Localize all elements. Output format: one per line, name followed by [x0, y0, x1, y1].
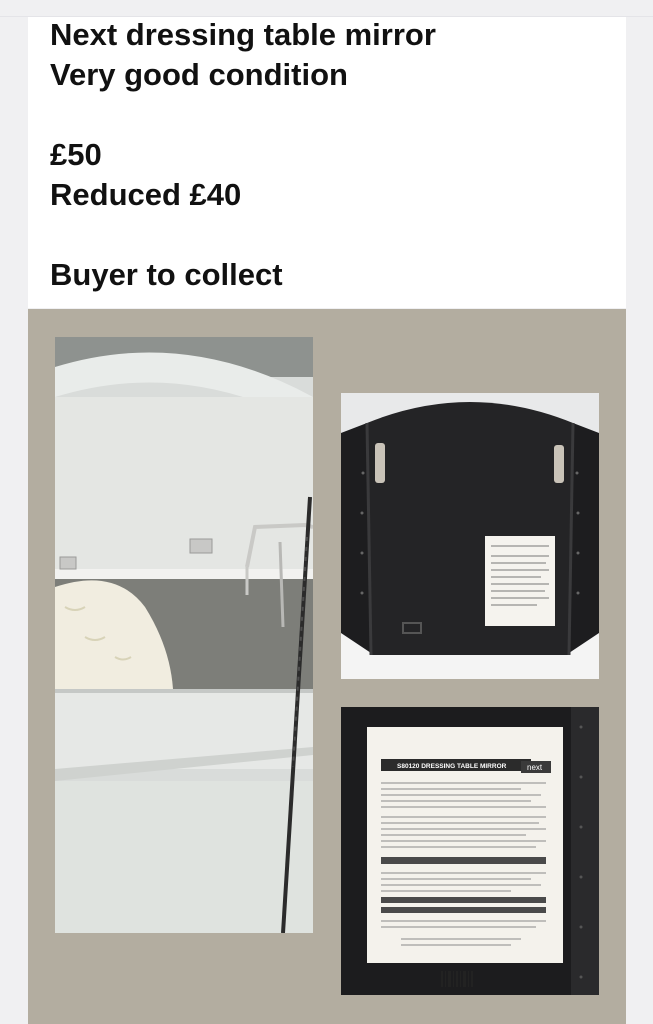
- mirror-label-photo[interactable]: S80120 DRESSING TABLE MIRROR next: [341, 707, 599, 995]
- mirror-back-photo[interactable]: [341, 393, 599, 679]
- post-original-price: £50: [50, 137, 102, 172]
- post-condition-line: Very good condition: [50, 57, 348, 92]
- mirror-label-image: S80120 DRESSING TABLE MIRROR next: [341, 707, 599, 995]
- post-collection-note: Buyer to collect: [50, 257, 283, 292]
- listing-page: Next dressing table mirror Very good con…: [0, 0, 653, 1024]
- mirror-front-photo[interactable]: [55, 337, 313, 933]
- mirror-front-image: [55, 337, 313, 933]
- post-reduced-price: Reduced £40: [50, 177, 242, 212]
- post-text-card: Next dressing table mirror Very good con…: [28, 17, 626, 308]
- label-brand: next: [527, 763, 543, 772]
- mirror-back-image: [341, 393, 599, 679]
- photo-panel: S80120 DRESSING TABLE MIRROR next: [28, 309, 626, 1024]
- label-title: S80120 DRESSING TABLE MIRROR: [397, 763, 507, 770]
- post-title-line: Next dressing table mirror: [50, 17, 436, 52]
